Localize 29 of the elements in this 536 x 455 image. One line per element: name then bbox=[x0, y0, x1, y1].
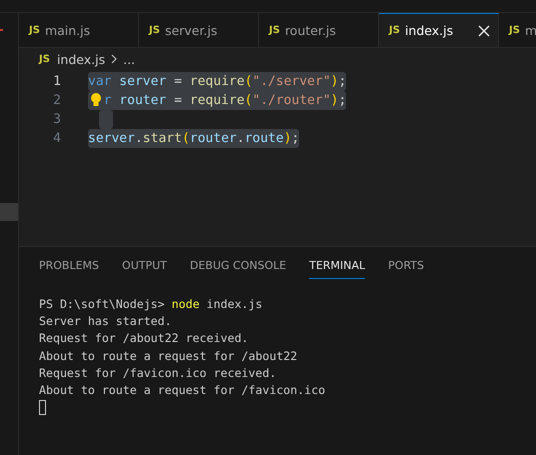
terminal-line: About to route a request for /favicon.ico bbox=[39, 382, 326, 399]
terminal-cursor bbox=[39, 400, 46, 416]
close-icon[interactable] bbox=[478, 24, 490, 36]
lightbulb-icon[interactable] bbox=[90, 92, 102, 108]
terminal-line: PS D:\soft\Nodejs> node index.js bbox=[39, 296, 264, 313]
panel-tab[interactable]: TERMINAL bbox=[309, 259, 366, 279]
breadcrumb-item[interactable]: ... bbox=[123, 52, 136, 66]
terminal-line: About to route a request for /about22 bbox=[39, 348, 298, 365]
terminal-line: Server has started. bbox=[39, 313, 173, 330]
line-number: 2 bbox=[52, 93, 61, 108]
indicator-icon bbox=[0, 29, 3, 31]
line-number: 3 bbox=[52, 112, 61, 127]
panel-tab[interactable]: PROBLEMS bbox=[39, 259, 100, 279]
js-file-icon: JS bbox=[509, 24, 520, 36]
panel-tab[interactable]: OUTPUT bbox=[122, 259, 167, 279]
terminal-line: Request for /favicon.ico received. bbox=[39, 364, 278, 382]
line-number: 4 bbox=[52, 131, 61, 146]
editor-tab[interactable]: JS index.js bbox=[379, 13, 499, 47]
js-file-icon: JS bbox=[269, 24, 280, 36]
breadcrumb-item[interactable]: index.js bbox=[56, 52, 106, 66]
js-file-icon: JS bbox=[389, 25, 400, 36]
js-file-icon: JS bbox=[29, 24, 40, 36]
js-file-icon: JS bbox=[149, 24, 160, 36]
panel-tab[interactable]: PORTS bbox=[388, 259, 424, 279]
js-file-icon: JS bbox=[39, 54, 50, 64]
line-number: 1 bbox=[52, 74, 61, 89]
panel-tab[interactable]: DEBUG CONSOLE bbox=[190, 259, 286, 279]
chevron-icon bbox=[110, 54, 118, 64]
terminal-line: Request for /about22 received. bbox=[39, 330, 250, 348]
